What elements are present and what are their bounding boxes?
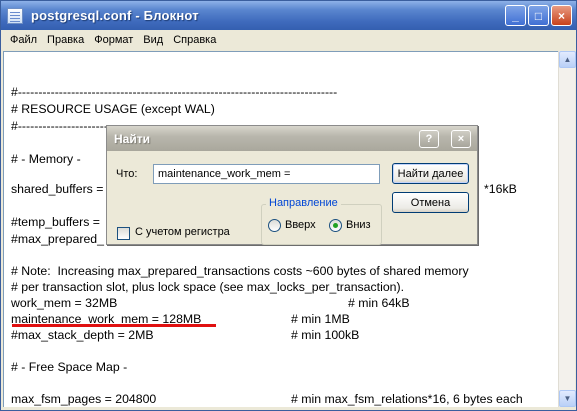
find-what-input[interactable] bbox=[153, 164, 380, 184]
find-dialog-title: Найти bbox=[114, 131, 150, 146]
window-title: postgresql.conf - Блокнот bbox=[31, 8, 199, 23]
editor-comment: *16kB bbox=[484, 182, 517, 196]
direction-down-radio[interactable] bbox=[329, 219, 342, 232]
editor-line: #---------------------------------------… bbox=[11, 85, 338, 99]
find-dialog-close-button[interactable]: × bbox=[451, 130, 471, 148]
menu-file[interactable]: Файл bbox=[5, 34, 42, 46]
scroll-down-arrow-icon[interactable]: ▼ bbox=[559, 390, 576, 407]
menu-format[interactable]: Формат bbox=[89, 34, 138, 46]
menu-bar: Файл Правка Формат Вид Справка bbox=[1, 30, 576, 50]
direction-legend: Направление bbox=[266, 197, 341, 209]
editor-comment: # min 100kB bbox=[291, 328, 360, 342]
editor-line: work_mem = 32MB bbox=[11, 296, 118, 310]
menu-view[interactable]: Вид bbox=[138, 34, 168, 46]
editor-line: # - Free Space Map - bbox=[11, 360, 128, 374]
direction-down-label: Вниз bbox=[346, 219, 371, 231]
red-underline bbox=[12, 324, 216, 327]
find-dialog-title-bar[interactable]: Найти ? × bbox=[107, 126, 477, 151]
find-what-label: Что: bbox=[116, 168, 138, 180]
editor-comment: # min max_fsm_relations*16, 6 bytes each bbox=[291, 392, 523, 406]
editor-line: # - Memory - bbox=[11, 152, 81, 166]
editor-comment: # min 64kB bbox=[348, 296, 410, 310]
editor-line: # per transaction slot, plus lock space … bbox=[11, 280, 405, 294]
editor-line: # RESOURCE USAGE (except WAL) bbox=[11, 102, 215, 116]
cancel-button[interactable]: Отмена bbox=[392, 192, 469, 213]
minimize-button[interactable]: _ bbox=[505, 5, 526, 26]
maximize-button[interactable]: □ bbox=[528, 5, 549, 26]
direction-up-label: Вверх bbox=[285, 219, 316, 231]
title-bar[interactable]: postgresql.conf - Блокнот _ □ × bbox=[1, 1, 576, 30]
editor-line: # Note: Increasing max_prepared_transact… bbox=[11, 264, 469, 278]
find-dialog: Найти ? × Что: Найти далее Отмена С учет… bbox=[106, 125, 478, 245]
editor-line: shared_buffers = bbox=[11, 182, 104, 196]
find-next-button[interactable]: Найти далее bbox=[392, 163, 469, 184]
close-button[interactable]: × bbox=[551, 5, 572, 26]
editor-comment: # min 1MB bbox=[291, 312, 350, 326]
editor-line: max_fsm_pages = 204800 bbox=[11, 392, 157, 406]
vertical-scrollbar[interactable]: ▲ ▼ bbox=[558, 51, 576, 407]
editor-line: #temp_buffers = bbox=[11, 215, 100, 229]
menu-edit[interactable]: Правка bbox=[42, 34, 89, 46]
match-case-checkbox[interactable] bbox=[117, 227, 130, 240]
menu-help[interactable]: Справка bbox=[168, 34, 221, 46]
editor-line: #max_stack_depth = 2MB bbox=[11, 328, 154, 342]
scroll-up-arrow-icon[interactable]: ▲ bbox=[559, 51, 576, 68]
editor-line: #max_prepared_ bbox=[11, 232, 104, 246]
direction-up-radio[interactable] bbox=[268, 219, 281, 232]
help-button[interactable]: ? bbox=[419, 130, 439, 148]
match-case-label: С учетом регистра bbox=[135, 226, 230, 238]
notepad-icon bbox=[7, 7, 23, 24]
